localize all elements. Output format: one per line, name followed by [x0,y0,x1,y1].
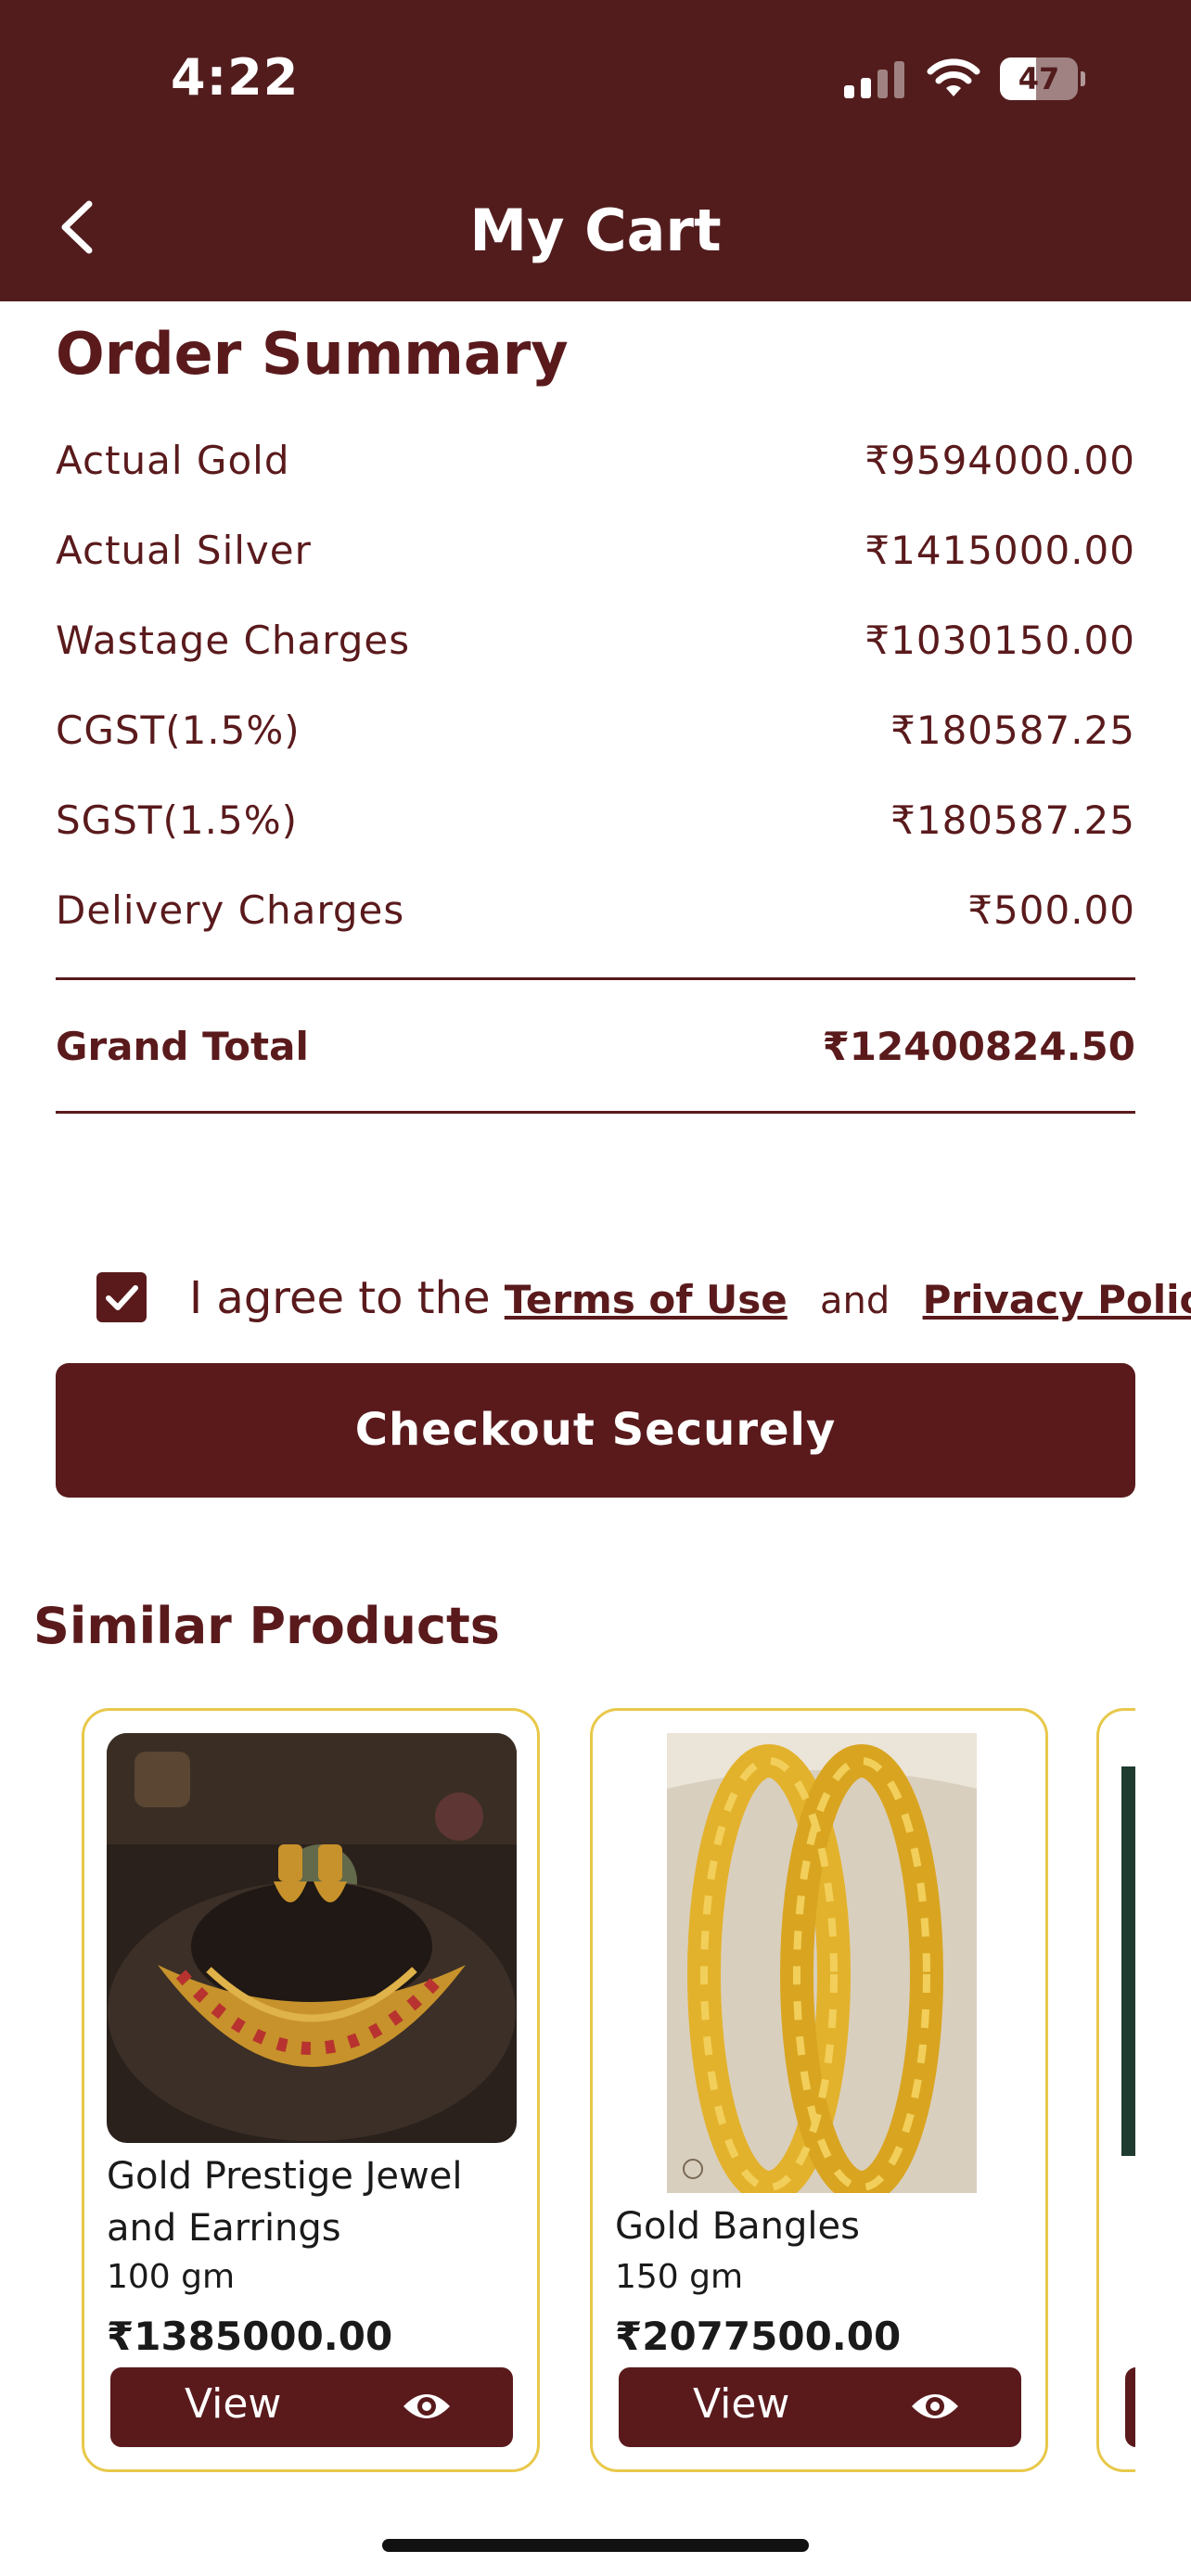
status-time: 4:22 [171,48,300,107]
summary-label: Actual Gold [56,438,290,483]
summary-divider-top [56,977,1135,980]
summary-value: ₹500.00 [967,887,1135,933]
summary-value: ₹9594000.00 [864,438,1135,483]
summary-row-actual-silver: Actual Silver ₹1415000.00 [56,528,1135,583]
summary-value: ₹1415000.00 [864,528,1135,573]
similar-products-carousel[interactable]: Gold Prestige Jewel and Earrings 100 gm … [0,1708,1135,2474]
product-card-partial[interactable] [1096,1708,1135,2472]
product-name: Gold Bangles [615,2205,860,2248]
checkout-button[interactable]: Checkout Securely [56,1363,1135,1498]
product-image-bangles [667,1733,977,2193]
grand-total-value: ₹12400824.50 [822,1024,1135,1069]
summary-label: Wastage Charges [56,618,411,663]
product-card[interactable]: Gold Bangles 150 gm ₹2077500.00 View [590,1708,1048,2472]
order-summary-title: Order Summary [56,320,569,388]
summary-row-delivery-charges: Delivery Charges ₹500.00 [56,887,1135,943]
product-price: ₹1385000.00 [107,2314,393,2359]
summary-row-cgst: CGST(1.5%) ₹180587.25 [56,708,1135,763]
product-name: Gold Prestige Jewel and Earrings [107,2155,463,2250]
view-label: View [185,2380,282,2428]
summary-row-sgst: SGST(1.5%) ₹180587.25 [56,797,1135,853]
cellular-signal-icon [844,61,904,98]
privacy-policy-link[interactable]: Privacy Policy [923,1277,1191,1322]
product-card[interactable]: Gold Prestige Jewel and Earrings 100 gm … [82,1708,540,2472]
battery-icon: 47 [1000,57,1085,100]
view-product-button-partial[interactable] [1125,2367,1135,2447]
summary-divider-bottom [56,1111,1135,1114]
view-label: View [693,2380,790,2428]
grand-total-label: Grand Total [56,1024,309,1069]
agree-prefix: I agree to the [189,1272,491,1324]
summary-label: SGST(1.5%) [56,797,298,843]
view-product-button[interactable]: View [619,2367,1021,2447]
product-image-necklace [107,1733,517,2143]
status-bar: 4:22 47 [0,0,1191,158]
view-product-button[interactable]: View [110,2367,513,2447]
summary-value: ₹180587.25 [890,797,1135,843]
summary-value: ₹180587.25 [890,708,1135,753]
wifi-icon [927,58,980,96]
product-image-partial [1121,1766,1135,2156]
product-weight: 150 gm [615,2258,744,2296]
summary-value: ₹1030150.00 [864,618,1135,663]
summary-row-actual-gold: Actual Gold ₹9594000.00 [56,438,1135,493]
summary-label: Delivery Charges [56,887,405,933]
page-title: My Cart [469,197,722,264]
grand-total-row: Grand Total ₹12400824.50 [56,1024,1135,1079]
eye-icon [403,2394,450,2418]
nav-bar: My Cart [0,158,1191,301]
summary-label: CGST(1.5%) [56,708,301,753]
summary-row-wastage-charges: Wastage Charges ₹1030150.00 [56,618,1135,673]
product-price: ₹2077500.00 [615,2314,902,2359]
eye-icon [912,2394,958,2418]
home-indicator [382,2539,809,2552]
terms-checkbox[interactable] [96,1272,147,1322]
terms-agreement: I agree to the Terms of Use and Privacy … [96,1267,1191,1332]
product-weight: 100 gm [107,2258,236,2296]
terms-of-use-link[interactable]: Terms of Use [505,1277,788,1322]
battery-level: 47 [1018,61,1060,96]
similar-products-title: Similar Products [33,1597,500,1655]
summary-label: Actual Silver [56,528,312,573]
agree-and: and [820,1280,890,1322]
checkmark-icon [106,1285,138,1310]
